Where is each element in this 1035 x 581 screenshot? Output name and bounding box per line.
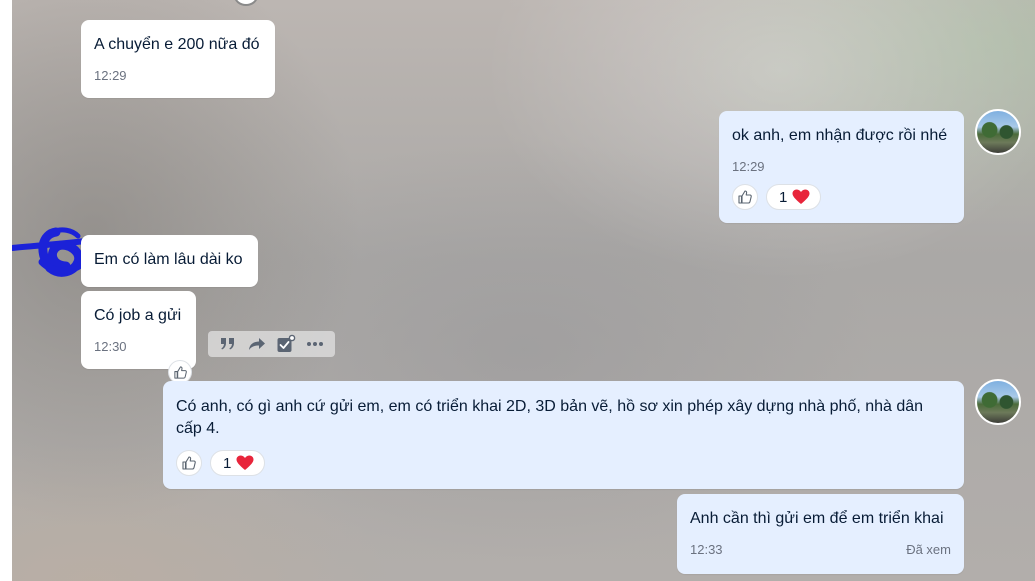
heart-icon [236, 455, 254, 470]
avatar[interactable] [975, 109, 1021, 155]
message-time: 12:29 [94, 68, 127, 83]
chat-message-area[interactable]: A chuyển e 200 nữa đó 12:29 ok anh, em n… [12, 0, 1035, 581]
seen-status: Đã xem [906, 542, 951, 557]
thumbs-up-icon [173, 365, 187, 379]
message-bubble-outgoing[interactable]: Có anh, có gì anh cứ gửi em, em có triển… [163, 381, 964, 489]
reaction-count: 1 [779, 188, 788, 206]
message-action-toolbar [208, 331, 335, 357]
message-bubble-outgoing[interactable]: Anh cần thì gửi em để em triển khai 12:3… [677, 494, 964, 574]
reaction-count: 1 [223, 454, 232, 472]
reaction-summary[interactable]: 1 [766, 184, 822, 210]
message-text: Có job a gửi [94, 307, 182, 324]
message-time: 12:33 [690, 542, 723, 557]
message-bubble-incoming[interactable]: Có job a gửi 12:30 [81, 291, 196, 369]
task-check-icon[interactable] [276, 334, 296, 354]
message-text: Em có làm lâu dài ko [94, 251, 243, 268]
message-bubble-incoming[interactable]: Em có làm lâu dài ko [81, 235, 258, 287]
avatar[interactable] [975, 379, 1021, 425]
thumbs-up-icon [738, 190, 752, 204]
message-text: ok anh, em nhận được rồi nhé [732, 127, 948, 144]
like-reaction-button[interactable] [732, 184, 758, 210]
heart-icon [792, 189, 810, 204]
reaction-summary[interactable]: 1 [210, 450, 266, 476]
message-text: Anh cần thì gửi em để em triển khai [690, 510, 944, 527]
message-bubble-incoming[interactable]: A chuyển e 200 nữa đó 12:29 [81, 20, 275, 98]
message-time: 12:30 [94, 339, 127, 354]
scroll-indicator [234, 0, 258, 6]
quote-icon[interactable] [218, 334, 238, 354]
message-text: A chuyển e 200 nữa đó [94, 36, 260, 53]
message-text: Có anh, có gì anh cứ gửi em, em có triển… [176, 398, 924, 437]
message-bubble-outgoing[interactable]: ok anh, em nhận được rồi nhé 12:29 1 [719, 111, 964, 223]
more-options-icon[interactable] [305, 334, 325, 354]
like-reaction-button[interactable] [176, 450, 202, 476]
thumbs-up-icon [182, 456, 196, 470]
message-time: 12:29 [732, 159, 765, 174]
forward-icon[interactable] [247, 334, 267, 354]
